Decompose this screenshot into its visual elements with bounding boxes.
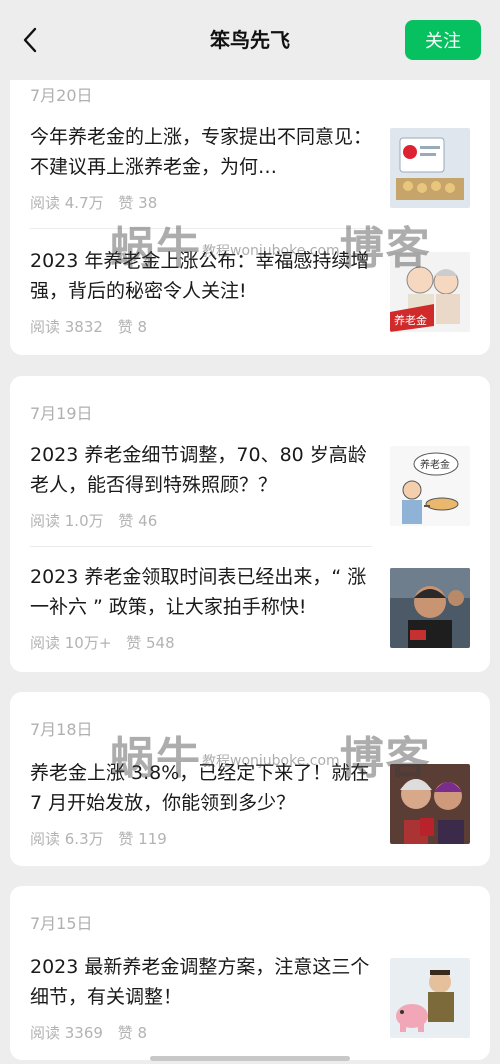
- group-date: 7月18日: [30, 720, 93, 739]
- like-count: 赞 8: [117, 1024, 148, 1042]
- article-title: 2023 最新养老金调整方案，注意这三个细节，有关调整！: [30, 956, 370, 1008]
- article-meta: 阅读 10万+ 赞 548: [30, 632, 185, 653]
- document-coins-image-icon: [390, 128, 470, 208]
- article-title: 养老金上涨 3.8%，已经定下来了！就在 7 月开始发放，你能领到多少？: [30, 762, 370, 814]
- article-item[interactable]: 2023 养老金领取时间表已经出来，“ 涨一补六 ” 政策，让大家拍手称快! 阅…: [10, 562, 490, 672]
- divider: [30, 546, 372, 547]
- thumb-label: 养老金: [394, 313, 427, 327]
- home-indicator[interactable]: [150, 1056, 350, 1061]
- follow-button[interactable]: 关注: [405, 20, 481, 60]
- like-count: 赞 8: [117, 318, 148, 336]
- article-meta: 阅读 3369 赞 8: [30, 1022, 157, 1043]
- article-title: 2023 年养老金上涨公布：幸福感持续增强，背后的秘密令人关注!: [30, 250, 370, 302]
- group-date: 7月20日: [30, 86, 93, 105]
- read-count: 阅读 4.7万: [30, 194, 104, 212]
- article-group-card: 7月20日 今年养老金的上涨，专家提出不同意见：不建议再上涨养老金，为何… 阅读…: [10, 62, 490, 355]
- article-title: 2023 养老金细节调整，70、80 岁高龄老人，能否得到特殊照顾？？: [30, 444, 367, 496]
- piggy-bank-elder-image-icon: [390, 958, 470, 1038]
- read-count: 阅读 3832: [30, 318, 103, 336]
- elderly-couple-image-icon: 养老金: [390, 252, 470, 332]
- article-thumbnail: [390, 568, 470, 648]
- article-thumbnail: 养老金: [390, 446, 470, 526]
- elderly-women-image-icon: [390, 764, 470, 844]
- divider: [30, 228, 372, 229]
- article-group-card: 7月18日 养老金上涨 3.8%，已经定下来了！就在 7 月开始发放，你能领到多…: [10, 692, 490, 866]
- article-item[interactable]: 2023 养老金细节调整，70、80 岁高龄老人，能否得到特殊照顾？？ 阅读 1…: [10, 440, 490, 560]
- article-item[interactable]: 2023 最新养老金调整方案，注意这三个细节，有关调整！ 阅读 3369 赞 8: [10, 952, 490, 1060]
- article-title: 2023 养老金领取时间表已经出来，“ 涨一补六 ” 政策，让大家拍手称快!: [30, 566, 367, 618]
- read-count: 阅读 1.0万: [30, 512, 104, 530]
- read-count: 阅读 3369: [30, 1024, 103, 1042]
- like-count: 赞 46: [118, 512, 158, 530]
- article-item[interactable]: 养老金上涨 3.8%，已经定下来了！就在 7 月开始发放，你能领到多少？ 阅读 …: [10, 758, 490, 866]
- like-count: 赞 548: [126, 634, 175, 652]
- read-count: 阅读 6.3万: [30, 830, 104, 848]
- thumb-label: 养老金: [420, 458, 450, 471]
- article-title: 今年养老金的上涨，专家提出不同意见：不建议再上涨养老金，为何…: [30, 126, 372, 178]
- article-thumbnail: 养老金: [390, 252, 470, 332]
- elder-with-bowl-image-icon: 养老金: [390, 446, 470, 526]
- article-group-card: 7月19日 2023 养老金细节调整，70、80 岁高龄老人，能否得到特殊照顾？…: [10, 376, 490, 672]
- article-thumbnail: [390, 128, 470, 208]
- article-item[interactable]: 2023 年养老金上涨公布：幸福感持续增强，背后的秘密令人关注! 阅读 3832…: [10, 246, 490, 355]
- article-meta: 阅读 6.3万 赞 119: [30, 828, 177, 849]
- group-date: 7月15日: [30, 914, 93, 933]
- like-count: 赞 119: [118, 830, 167, 848]
- article-meta: 阅读 3832 赞 8: [30, 316, 157, 337]
- article-thumbnail: [390, 764, 470, 844]
- article-meta: 阅读 1.0万 赞 46: [30, 510, 167, 531]
- like-count: 赞 38: [118, 194, 158, 212]
- group-date: 7月19日: [30, 404, 93, 423]
- article-item[interactable]: 今年养老金的上涨，专家提出不同意见：不建议再上涨养老金，为何… 阅读 4.7万 …: [10, 122, 490, 242]
- top-bar: 笨鸟先飞 关注: [0, 0, 500, 80]
- read-count: 阅读 10万+: [30, 634, 112, 652]
- article-group-card: 7月15日 2023 最新养老金调整方案，注意这三个细节，有关调整！ 阅读 33…: [10, 886, 490, 1060]
- smiling-man-image-icon: [390, 568, 470, 648]
- article-meta: 阅读 4.7万 赞 38: [30, 192, 167, 213]
- article-thumbnail: [390, 958, 470, 1038]
